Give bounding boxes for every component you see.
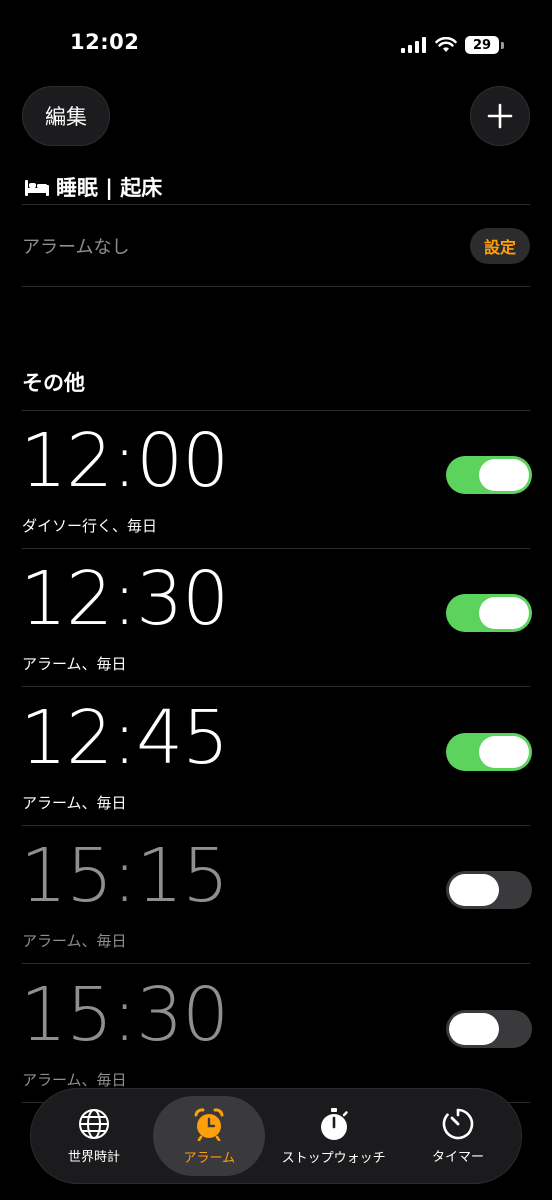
battery-indicator: 29 — [465, 36, 499, 54]
cellular-signal-icon — [401, 37, 426, 53]
alarm-row[interactable]: 15:15 アラーム、毎日 — [0, 827, 552, 965]
toggle-knob — [449, 874, 499, 906]
status-icons: 29 — [401, 32, 504, 58]
alarm-label: アラーム、毎日 — [22, 794, 127, 812]
alarm-row[interactable]: 15:30 アラーム、毎日 — [0, 966, 552, 1104]
alarm-clock-icon — [194, 1107, 224, 1141]
tab-label: タイマー — [431, 1149, 484, 1165]
timer-icon — [442, 1108, 474, 1139]
divider — [22, 686, 530, 687]
tab-alarm[interactable]: アラーム — [153, 1096, 266, 1176]
tab-world-clock[interactable]: 世界時計 — [38, 1096, 150, 1176]
toggle-knob — [479, 459, 529, 491]
alarm-toggle[interactable] — [446, 456, 532, 494]
toggle-knob — [479, 597, 529, 629]
alarm-time: 12:45 — [20, 695, 229, 781]
divider — [22, 410, 530, 411]
alarm-label: ダイソー行く、毎日 — [22, 517, 158, 535]
wifi-icon — [435, 37, 457, 52]
sleep-section-header: 睡眠 | 起床 — [24, 172, 162, 202]
tab-label: ストップウォッチ — [281, 1150, 386, 1166]
divider — [22, 963, 530, 964]
alarm-row[interactable]: 12:45 アラーム、毎日 — [0, 689, 552, 827]
alarm-toggle[interactable] — [446, 1010, 532, 1048]
stopwatch-icon — [320, 1107, 348, 1140]
tab-stopwatch[interactable]: ストップウォッチ — [269, 1096, 399, 1176]
alarm-label: アラーム、毎日 — [22, 1071, 127, 1089]
alarm-label: アラーム、毎日 — [22, 932, 127, 950]
toggle-knob — [449, 1013, 499, 1045]
alarm-time: 15:30 — [20, 972, 229, 1058]
divider — [22, 825, 530, 826]
alarm-toggle[interactable] — [446, 871, 532, 909]
alarm-label: アラーム、毎日 — [22, 655, 127, 673]
add-alarm-button[interactable] — [470, 86, 530, 146]
alarm-row[interactable]: 12:00 ダイソー行く、毎日 — [0, 412, 552, 550]
no-alarm-text: アラームなし — [22, 237, 130, 258]
tab-label: アラーム — [183, 1150, 236, 1166]
sleep-settings-button[interactable]: 設定 — [470, 228, 530, 264]
divider — [22, 204, 530, 205]
edit-button[interactable]: 編集 — [22, 86, 110, 146]
plus-icon — [487, 103, 513, 129]
sleep-section-title: 睡眠 | 起床 — [56, 176, 163, 200]
alarm-row[interactable]: 12:30 アラーム、毎日 — [0, 550, 552, 688]
tab-label: 世界時計 — [67, 1149, 120, 1165]
alarm-time: 12:00 — [20, 418, 229, 504]
globe-icon — [79, 1108, 109, 1139]
toggle-knob — [479, 736, 529, 768]
tab-timer[interactable]: タイマー — [402, 1096, 514, 1176]
alarm-toggle[interactable] — [446, 733, 532, 771]
status-time: 12:02 — [70, 30, 140, 54]
other-section-title: その他 — [22, 371, 85, 395]
battery-nub — [501, 41, 504, 49]
divider — [22, 286, 530, 287]
alarm-time: 12:30 — [20, 556, 229, 642]
alarm-toggle[interactable] — [446, 594, 532, 632]
divider — [22, 548, 530, 549]
alarm-time: 15:15 — [20, 833, 229, 919]
tab-bar: 世界時計 アラーム ストップウォッチ タイマー — [30, 1088, 522, 1184]
bed-icon — [25, 180, 49, 196]
